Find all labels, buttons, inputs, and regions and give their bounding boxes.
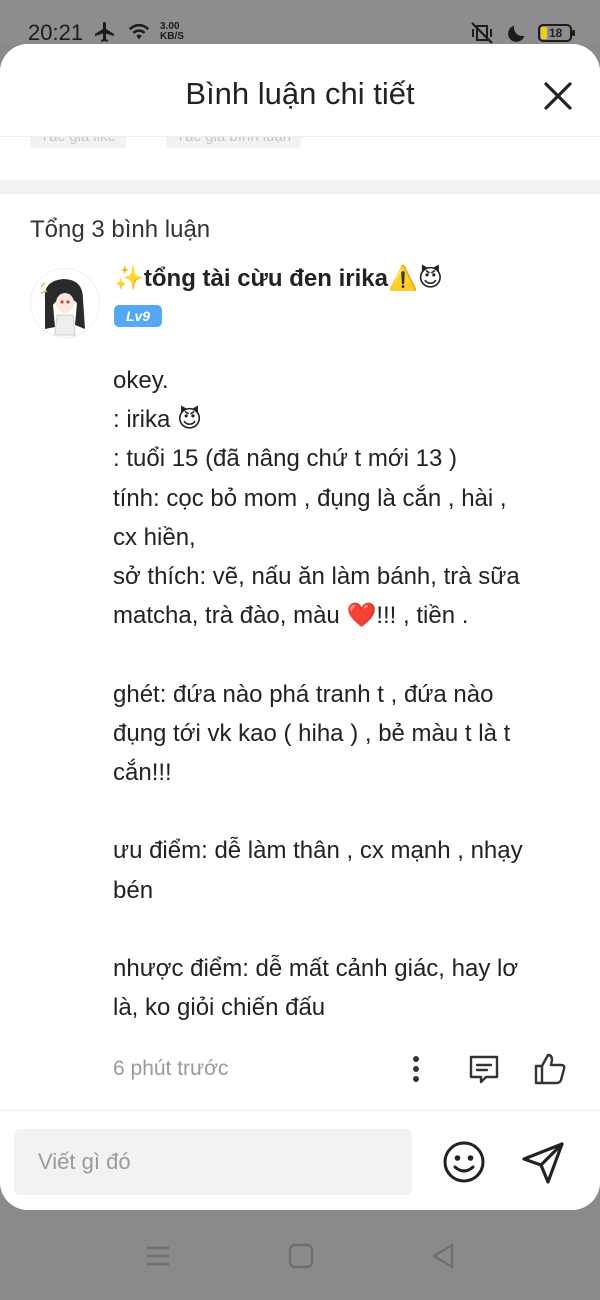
comment-line: bén: [113, 876, 154, 904]
filter-chip-row: Tác giả like Tác giả bình luận: [0, 136, 600, 180]
page-title: Bình luận chi tiết: [185, 76, 415, 111]
battery-level: 18: [549, 26, 563, 40]
comment-icon: [469, 1055, 499, 1084]
comment-body: okey. : irika 😈 : tuổi 15 (đã nâng chứ t m…: [113, 361, 573, 1027]
moon-icon: [508, 25, 525, 42]
sheet-header: Bình luận chi tiết: [0, 44, 600, 137]
filter-chip-author-liked[interactable]: Tác giả like: [30, 136, 126, 148]
airplane-icon: [95, 22, 114, 42]
emoji-button[interactable]: [440, 1138, 488, 1186]
comment-line: tính: cọc bỏ mom , đụng là cắn , hài ,: [113, 484, 507, 512]
send-button[interactable]: [518, 1137, 568, 1187]
comment-line: okey.: [113, 367, 169, 394]
smiley-icon: [443, 1141, 485, 1183]
battery-icon: 18: [538, 24, 575, 42]
comment-line: là, ko giỏi chiến đấu: [113, 994, 326, 1022]
comment-count: Tổng 3 bình luận: [30, 216, 211, 243]
home-square-icon: [288, 1243, 314, 1269]
comment-line: : tuổi 15 (đã nâng chứ t mới 13 ): [113, 445, 457, 473]
comment-input-bar: [0, 1110, 600, 1210]
send-icon: [522, 1142, 564, 1184]
back-triangle-icon: [432, 1243, 454, 1269]
more-vertical-icon: [413, 1056, 419, 1082]
status-left-icons: 3.00 KB/S: [92, 20, 184, 44]
comment-line: [113, 910, 573, 949]
comment-line: [113, 635, 573, 674]
comment-line: : irika 😈: [113, 406, 203, 434]
nav-menu-button[interactable]: [143, 1242, 173, 1270]
more-options-button[interactable]: [398, 1051, 434, 1087]
nav-home-button[interactable]: [286, 1242, 316, 1270]
status-time: 20:21: [28, 20, 84, 45]
reply-button[interactable]: [466, 1051, 502, 1087]
thumbs-up-icon: [534, 1053, 566, 1085]
comment-line: cắn!!!: [113, 759, 172, 787]
level-badge: Lv9: [114, 305, 162, 327]
avatar-illustration: [31, 269, 99, 337]
comment-line: ưu điểm: dễ làm thân , cx mạnh , nhạy: [113, 837, 523, 865]
filter-chip-author-commented[interactable]: Tác giả bình luận: [166, 136, 302, 148]
comment-line: nhược điểm: dễ mất cảnh giác, hay lơ: [113, 955, 519, 982]
comment-line: đụng tới vk kao ( hiha ) , bẻ màu t là t: [113, 719, 511, 747]
like-button[interactable]: [532, 1051, 568, 1087]
comment-line: matcha, trà đào, màu ❤️!!! , tiền .: [113, 602, 469, 630]
network-speed-unit: KB/S: [160, 31, 184, 42]
comment-timestamp: 6 phút trước: [113, 1057, 229, 1080]
comment-detail-sheet: Tác giả like Tác giả bình luận Bình luận…: [0, 44, 600, 1210]
comment-line: [113, 792, 573, 831]
nav-back-button[interactable]: [428, 1242, 458, 1270]
avatar[interactable]: [30, 268, 100, 338]
comment-line: ghét: đứa nào phá tranh t , đứa nào: [113, 680, 494, 708]
network-speed: 3.00 KB/S: [160, 22, 184, 42]
status-bar: 20:21 3.00 KB/S 18: [0, 0, 600, 45]
system-nav-bar: [0, 1210, 600, 1300]
comment-line: cx hiền,: [113, 523, 196, 551]
menu-icon: [147, 1246, 169, 1266]
mute-vibrate-icon: [471, 22, 493, 44]
close-icon: [544, 82, 572, 110]
comment-input[interactable]: [14, 1129, 412, 1195]
section-divider: [0, 180, 600, 194]
status-right-icons: 18: [468, 21, 575, 45]
comment-line: sở thích: vẽ, nấu ăn làm bánh, trà sữa: [113, 563, 520, 591]
comment-username[interactable]: ✨tổng tài cừu đen irika⚠️😈: [114, 264, 443, 293]
wifi-icon: [128, 23, 150, 40]
close-button[interactable]: [540, 78, 576, 114]
